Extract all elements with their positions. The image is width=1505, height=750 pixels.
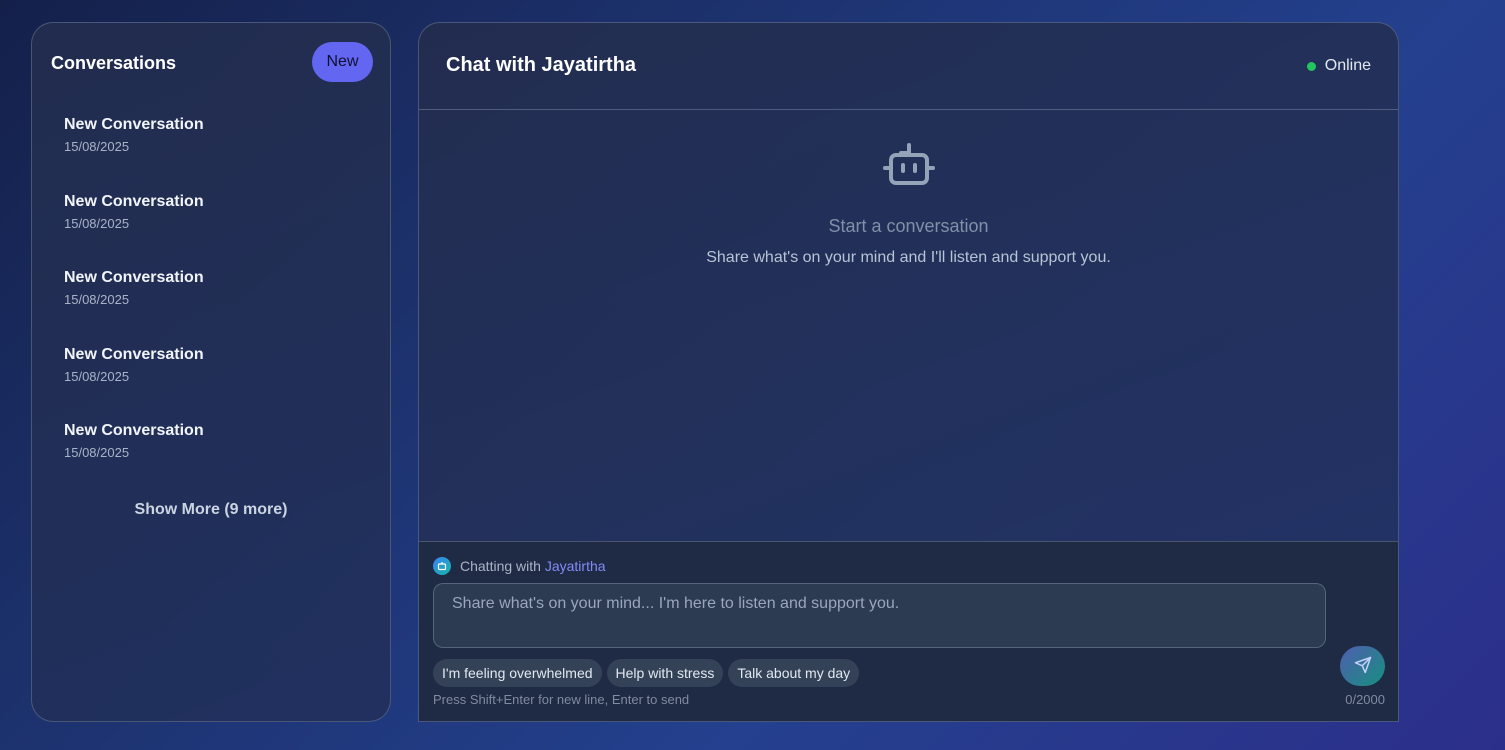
conversation-date: 15/08/2025 bbox=[64, 369, 130, 384]
empty-state: Start a conversation Share what's on you… bbox=[419, 141, 1398, 267]
conversation-title: New Conversation bbox=[64, 422, 204, 439]
conversation-item[interactable]: New Conversation 15/08/2025 bbox=[64, 261, 364, 321]
chat-header: Chat with Jayatirtha Online bbox=[419, 23, 1398, 110]
chatting-with-label: Chatting with Jayatirtha bbox=[433, 557, 606, 575]
status-indicator: Online bbox=[1306, 57, 1371, 75]
conversation-item[interactable]: New Conversation 15/08/2025 bbox=[64, 338, 364, 398]
conversation-item[interactable]: New Conversation 15/08/2025 bbox=[64, 108, 364, 168]
suggestion-chip-stress[interactable]: Help with stress bbox=[606, 659, 724, 687]
message-input[interactable] bbox=[433, 583, 1326, 648]
agent-avatar-icon bbox=[433, 557, 451, 575]
send-button[interactable] bbox=[1340, 646, 1385, 686]
empty-state-title: Start a conversation bbox=[828, 216, 989, 236]
status-label: Online bbox=[1324, 57, 1371, 74]
send-icon bbox=[1354, 656, 1372, 677]
agent-name: Jayatirtha bbox=[544, 558, 606, 574]
conversation-title: New Conversation bbox=[64, 346, 204, 363]
input-hint: Press Shift+Enter for new line, Enter to… bbox=[433, 692, 690, 707]
conversation-item[interactable]: New Conversation 15/08/2025 bbox=[64, 414, 364, 474]
conversation-item[interactable]: New Conversation 15/08/2025 bbox=[64, 185, 364, 245]
character-counter: 0/2000 bbox=[1345, 692, 1385, 707]
sidebar-title: Conversations bbox=[51, 53, 177, 73]
online-dot-icon bbox=[1306, 61, 1316, 71]
message-composer: Chatting with Jayatirtha I'm feeling ove… bbox=[419, 541, 1398, 721]
show-more-button[interactable]: Show More (9 more) bbox=[32, 501, 390, 519]
conversation-date: 15/08/2025 bbox=[64, 445, 130, 460]
conversation-date: 15/08/2025 bbox=[64, 292, 130, 307]
chat-title: Chat with Jayatirtha bbox=[446, 54, 637, 76]
suggestion-chip-day[interactable]: Talk about my day bbox=[728, 659, 860, 687]
conversation-title: New Conversation bbox=[64, 269, 204, 286]
chatting-with-prefix: Chatting with bbox=[460, 558, 541, 574]
conversation-date: 15/08/2025 bbox=[64, 216, 130, 231]
conversations-sidebar: Conversations New New Conversation 15/08… bbox=[31, 22, 391, 722]
robot-icon bbox=[882, 141, 935, 189]
conversation-title: New Conversation bbox=[64, 193, 204, 210]
conversation-title: New Conversation bbox=[64, 116, 204, 133]
new-conversation-button[interactable]: New bbox=[312, 42, 373, 82]
chat-panel: Chat with Jayatirtha Online Start a conv… bbox=[418, 22, 1399, 722]
empty-state-subtitle: Share what's on your mind and I'll liste… bbox=[706, 249, 1111, 266]
suggestion-chips: I'm feeling overwhelmed Help with stress… bbox=[433, 659, 860, 687]
conversation-date: 15/08/2025 bbox=[64, 139, 130, 154]
suggestion-chip-overwhelmed[interactable]: I'm feeling overwhelmed bbox=[433, 659, 602, 687]
